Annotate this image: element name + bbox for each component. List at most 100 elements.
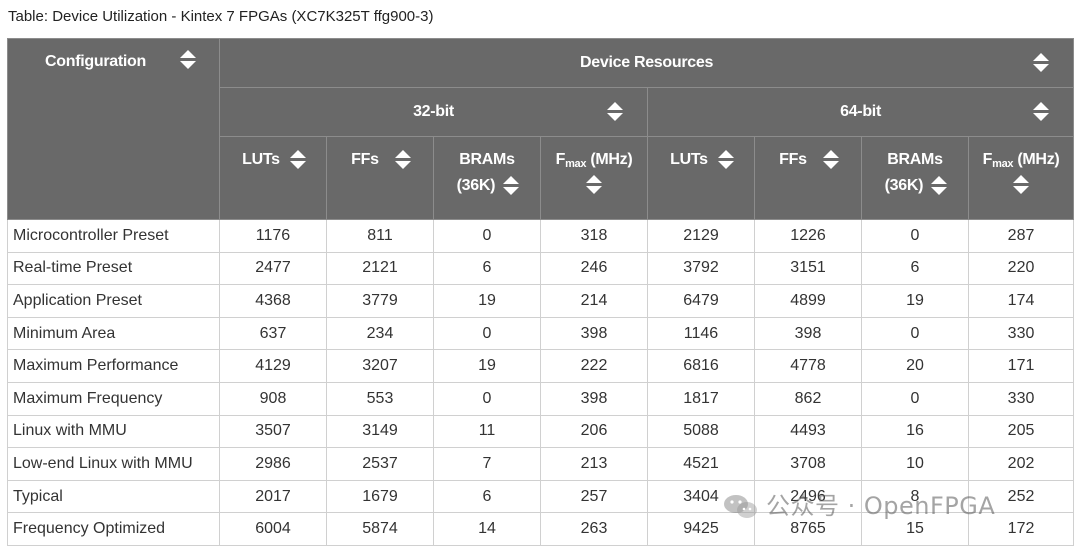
cell: 330 xyxy=(967,381,1075,416)
luts-label: LUTs xyxy=(242,151,280,169)
cell: 220 xyxy=(967,251,1075,286)
row-label: Low-end Linux with MMU xyxy=(7,447,220,481)
column-header-device-resources[interactable]: Device Resources xyxy=(218,38,1075,88)
cell: 6 xyxy=(433,251,541,286)
ffs-label: FFs xyxy=(351,151,379,169)
fmax-label: F xyxy=(982,151,993,168)
column-header-brams-32[interactable]: BRAMs (36K) xyxy=(433,136,541,220)
cell: 3149 xyxy=(326,414,434,449)
fmax-subscript: max xyxy=(565,158,587,170)
cell: 0 xyxy=(433,381,541,416)
cell: 1146 xyxy=(647,316,755,351)
configuration-label: Configuration xyxy=(45,53,146,70)
column-header-luts-64[interactable]: LUTs xyxy=(647,136,755,220)
fmax-subscript: max xyxy=(992,158,1014,170)
column-header-configuration[interactable]: Configuration xyxy=(7,38,220,220)
cell: 3507 xyxy=(219,414,327,449)
sort-icon[interactable] xyxy=(822,149,839,171)
brams-unit-label: (36K) xyxy=(456,177,496,195)
sort-icon[interactable] xyxy=(586,174,602,196)
row-label: Application Preset xyxy=(7,284,220,318)
column-header-fmax-64[interactable]: Fmax (MHz) xyxy=(967,136,1075,220)
table-row: Real-time Preset 2477 2121 6 246 3792 31… xyxy=(7,251,1075,286)
cell: 4521 xyxy=(647,447,755,481)
cell: 6 xyxy=(861,251,969,286)
cell: 2537 xyxy=(326,447,434,481)
table-caption: Table: Device Utilization - Kintex 7 FPG… xyxy=(8,8,434,25)
wechat-icon xyxy=(724,495,757,518)
column-header-32bit[interactable]: 32-bit xyxy=(219,87,648,137)
cell: 4899 xyxy=(754,284,862,318)
column-header-ffs-64[interactable]: FFs xyxy=(754,136,862,220)
cell: 0 xyxy=(861,381,969,416)
brams-label: BRAMs xyxy=(459,151,515,168)
cell: 553 xyxy=(326,381,434,416)
cell: 1176 xyxy=(219,219,327,253)
cell: 206 xyxy=(540,414,648,449)
fmax-unit: (MHz) xyxy=(1013,151,1060,168)
cell: 318 xyxy=(540,219,648,253)
cell: 3708 xyxy=(754,447,862,481)
table-row: Maximum Frequency 908 553 0 398 1817 862… xyxy=(7,381,1075,416)
column-header-brams-64[interactable]: BRAMs (36K) xyxy=(861,136,969,220)
sort-icon[interactable] xyxy=(931,175,948,197)
sort-icon[interactable] xyxy=(1033,52,1050,74)
column-header-fmax-32[interactable]: Fmax (MHz) xyxy=(540,136,648,220)
cell: 0 xyxy=(433,316,541,351)
watermark-text: 公众号 · OpenFPGA xyxy=(766,492,996,520)
watermark: 公众号 · OpenFPGA xyxy=(722,486,995,521)
cell: 2129 xyxy=(647,219,755,253)
row-label: Maximum Performance xyxy=(7,349,220,383)
sort-icon[interactable] xyxy=(289,149,306,171)
cell: 2121 xyxy=(326,251,434,286)
table-row: Microcontroller Preset 1176 811 0 318 21… xyxy=(7,219,1075,253)
cell: 1226 xyxy=(754,219,862,253)
row-label: Microcontroller Preset xyxy=(7,219,220,253)
group-64bit-label: 64-bit xyxy=(840,103,881,120)
cell: 14 xyxy=(433,512,541,546)
sort-icon[interactable] xyxy=(607,101,623,123)
column-header-luts-32[interactable]: LUTs xyxy=(219,136,327,220)
cell: 6816 xyxy=(647,349,755,383)
row-label: Typical xyxy=(7,479,220,514)
cell: 4368 xyxy=(219,284,327,318)
cell: 2477 xyxy=(219,251,327,286)
table-row: Minimum Area 637 234 0 398 1146 398 0 33… xyxy=(7,316,1075,351)
column-header-64bit[interactable]: 64-bit xyxy=(646,87,1075,137)
sort-icon[interactable] xyxy=(717,149,734,171)
cell: 6 xyxy=(433,479,541,514)
table-row: Maximum Performance 4129 3207 19 222 681… xyxy=(7,349,1075,383)
sort-icon[interactable] xyxy=(1013,174,1030,196)
cell: 6004 xyxy=(219,512,327,546)
cell: 213 xyxy=(540,447,648,481)
cell: 330 xyxy=(967,316,1075,351)
cell: 398 xyxy=(540,381,648,416)
cell: 234 xyxy=(326,316,434,351)
group-32bit-label: 32-bit xyxy=(413,103,454,120)
device-utilization-table: Configuration Device Resources 32-bit 64… xyxy=(7,38,1075,546)
cell: 0 xyxy=(861,219,969,253)
device-resources-label: Device Resources xyxy=(580,54,714,71)
cell: 1817 xyxy=(647,381,755,416)
table-row: Linux with MMU 3507 3149 11 206 5088 449… xyxy=(7,414,1075,449)
cell: 11 xyxy=(433,414,541,449)
cell: 3779 xyxy=(326,284,434,318)
cell: 2986 xyxy=(219,447,327,481)
cell: 7 xyxy=(433,447,541,481)
row-label: Minimum Area xyxy=(7,316,220,351)
cell: 6479 xyxy=(647,284,755,318)
cell: 3207 xyxy=(326,349,434,383)
cell: 4129 xyxy=(219,349,327,383)
cell: 398 xyxy=(754,316,862,351)
sort-icon[interactable] xyxy=(1033,101,1050,123)
sort-icon[interactable] xyxy=(180,49,196,71)
cell: 19 xyxy=(861,284,969,318)
luts-label: LUTs xyxy=(670,151,708,169)
cell: 908 xyxy=(219,381,327,416)
sort-icon[interactable] xyxy=(394,149,411,171)
cell: 2017 xyxy=(219,479,327,514)
sort-icon[interactable] xyxy=(503,175,520,197)
row-label: Real-time Preset xyxy=(7,251,220,286)
column-header-ffs-32[interactable]: FFs xyxy=(326,136,434,220)
cell: 862 xyxy=(754,381,862,416)
